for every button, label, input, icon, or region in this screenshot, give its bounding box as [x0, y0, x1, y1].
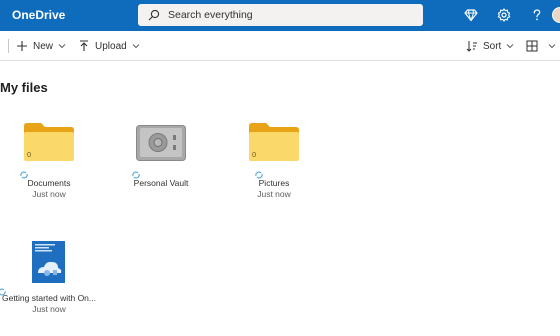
upload-button[interactable]: Upload	[78, 37, 140, 55]
folder-icon: 0	[24, 123, 74, 161]
new-label: New	[33, 40, 54, 52]
item-name[interactable]: Personal Vault	[106, 178, 216, 188]
folder-tile-documents[interactable]: 0 Documents Just now	[0, 116, 104, 226]
view-options-button[interactable]	[526, 37, 556, 55]
diamond-icon[interactable]	[464, 8, 478, 22]
sort-button[interactable]: Sort	[466, 37, 514, 55]
help-icon[interactable]	[530, 8, 544, 22]
avatar[interactable]	[552, 7, 560, 23]
search-box[interactable]: Search everything	[138, 4, 423, 26]
divider	[8, 39, 9, 53]
upload-label: Upload	[95, 40, 127, 52]
chevron-down-icon	[132, 44, 140, 49]
item-modified: Just now	[32, 304, 66, 314]
item-name[interactable]: Documents	[0, 178, 104, 188]
vault-icon	[136, 125, 186, 161]
app-brand[interactable]: OneDrive	[12, 8, 65, 22]
sort-label: Sort	[483, 40, 502, 52]
app-header: OneDrive Search everything	[0, 0, 560, 31]
folder-tile-pictures[interactable]: 0 Pictures Just now	[219, 116, 329, 226]
folder-item-count: 0	[252, 150, 257, 159]
document-thumbnail	[32, 241, 65, 283]
folder-icon: 0	[249, 123, 299, 161]
new-button[interactable]: New	[16, 37, 66, 55]
chevron-down-icon	[506, 44, 514, 49]
item-modified: Just now	[257, 189, 291, 199]
plus-icon	[17, 41, 27, 51]
file-tile-getting-started[interactable]: Getting started with On... Just now	[0, 227, 104, 336]
folder-item-count: 0	[27, 150, 32, 159]
personal-vault-tile[interactable]: Personal Vault	[106, 116, 216, 226]
upload-icon	[80, 40, 88, 51]
item-name[interactable]: Getting started with On...	[0, 293, 104, 303]
chevron-down-icon	[58, 44, 66, 49]
item-modified: Just now	[32, 189, 66, 199]
command-bar: New Upload Sort	[0, 31, 560, 61]
sort-icon	[466, 41, 477, 52]
grid-view-icon	[526, 40, 538, 52]
page-title: My files	[0, 80, 48, 95]
search-placeholder: Search everything	[168, 9, 253, 21]
search-icon	[148, 9, 160, 21]
chevron-down-icon	[548, 44, 556, 49]
item-name[interactable]: Pictures	[219, 178, 329, 188]
gear-icon[interactable]	[497, 8, 511, 22]
